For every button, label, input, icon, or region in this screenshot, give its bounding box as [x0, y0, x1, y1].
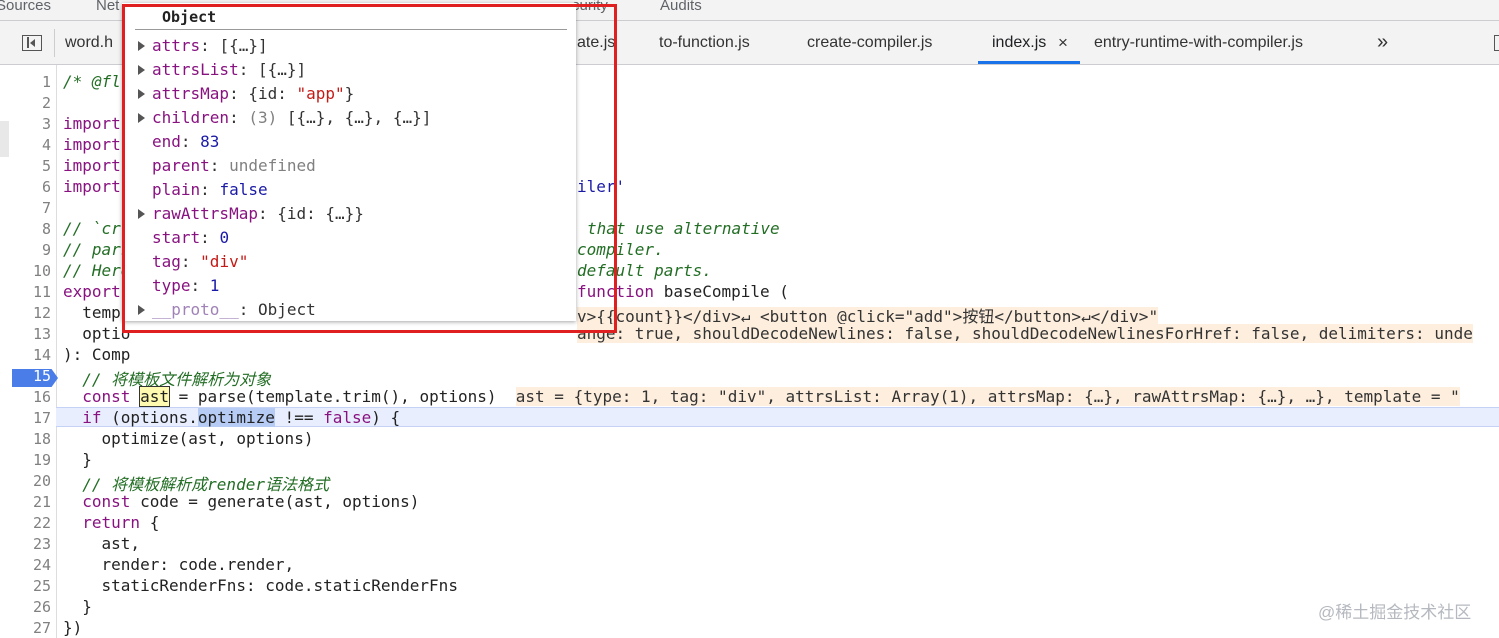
active-tab-indicator	[978, 61, 1080, 64]
line-number[interactable]: 4	[0, 136, 51, 154]
code-line-13: optio	[63, 324, 131, 343]
file-tab-create-compiler[interactable]: create-compiler.js	[807, 34, 932, 52]
sidebar-toggle-right-icon[interactable]	[1494, 35, 1499, 51]
code-line-16: const ast = parse(template.trim(), optio…	[82, 386, 1460, 407]
hovered-variable-ast[interactable]: ast	[139, 386, 170, 407]
line-number[interactable]: 12	[0, 304, 51, 322]
code-line-9: // pars	[63, 240, 131, 259]
line-number[interactable]: 6	[0, 178, 51, 196]
line-number[interactable]: 5	[0, 157, 51, 175]
code-line-8: // `cr	[63, 219, 121, 238]
line-number[interactable]: 26	[0, 598, 51, 616]
line-number[interactable]: 24	[0, 556, 51, 574]
line-number[interactable]: 2	[0, 94, 51, 112]
line-number[interactable]: 15	[0, 367, 51, 385]
code-line-17: if (options.optimize !== false) {	[82, 408, 401, 427]
line-number[interactable]: 23	[0, 535, 51, 553]
line-number[interactable]: 21	[0, 493, 51, 511]
tab-network[interactable]: Net	[96, 0, 119, 14]
line-number[interactable]: 18	[0, 430, 51, 448]
line-gutter[interactable]: 1 2 3 4 5 6 7 8 9 10 11 12 13 14 15 16 17 18 19 20 21 22 23 24 2…	[0, 65, 58, 638]
selected-text: optimize	[197, 408, 275, 427]
file-tab-word[interactable]: word.h	[65, 34, 113, 52]
code-line-6: import	[63, 177, 121, 196]
code-line-19: }	[63, 450, 92, 469]
code-line-23: ast,	[63, 534, 141, 553]
tab-separator	[54, 29, 55, 57]
line-number[interactable]: 11	[0, 283, 51, 301]
line-number[interactable]: 3	[0, 115, 51, 133]
line-number[interactable]: 13	[0, 325, 51, 343]
file-tab-index[interactable]: index.js	[992, 34, 1046, 52]
inline-value-ast: ast = {type: 1, tag: "div", attrsList: A…	[515, 387, 1460, 406]
chevron-double-right-icon[interactable]: »	[1377, 31, 1388, 54]
line-number[interactable]: 27	[0, 619, 51, 637]
file-tab-to-function[interactable]: to-function.js	[659, 34, 750, 52]
code-line-5: import	[63, 156, 121, 175]
code-line-26: }	[63, 597, 92, 616]
code-line-25: staticRenderFns: code.staticRenderFns	[63, 576, 458, 595]
code-line-11-rest: baseCompile (	[654, 282, 789, 301]
sidebar-toggle-icon[interactable]	[22, 35, 42, 51]
code-line-11: export	[63, 282, 121, 301]
code-line-27: })	[63, 618, 83, 637]
line-number[interactable]: 10	[0, 262, 51, 280]
close-icon[interactable]: ×	[1058, 33, 1068, 53]
line-number[interactable]: 25	[0, 577, 51, 595]
line-number[interactable]: 8	[0, 220, 51, 238]
line-number[interactable]: 7	[0, 199, 51, 217]
code-line-22: return {	[82, 513, 160, 532]
line-number[interactable]: 9	[0, 241, 51, 259]
tab-audits[interactable]: Audits	[660, 0, 702, 14]
annotation-highlight-frame	[122, 4, 617, 333]
code-line-3: import	[63, 114, 121, 133]
line-number[interactable]: 19	[0, 451, 51, 469]
file-tab-entry-runtime[interactable]: entry-runtime-with-compiler.js	[1094, 34, 1303, 52]
line-number[interactable]: 16	[0, 388, 51, 406]
line-number[interactable]: 17	[0, 409, 51, 427]
code-line-4: import	[63, 135, 121, 154]
line-number[interactable]: 1	[0, 73, 51, 91]
code-line-14: ): Comp	[63, 345, 131, 364]
line-number[interactable]: 14	[0, 346, 51, 364]
inline-value-options: ange: true, shouldDecodeNewlines: false,…	[577, 324, 1473, 343]
line-number[interactable]: 20	[0, 472, 51, 490]
tab-sources[interactable]: Sources	[0, 0, 51, 14]
code-line-21: const code = generate(ast, options)	[82, 492, 420, 511]
code-line-18: optimize(ast, options)	[63, 429, 314, 448]
code-line-10: // Here	[63, 261, 131, 280]
code-line-24: render: code.render,	[63, 555, 295, 574]
code-line-12: templ	[63, 303, 131, 322]
code-line-1: /* @fl	[63, 72, 121, 91]
line-number[interactable]: 22	[0, 514, 51, 532]
watermark: @稀土掘金技术社区	[1318, 603, 1472, 622]
